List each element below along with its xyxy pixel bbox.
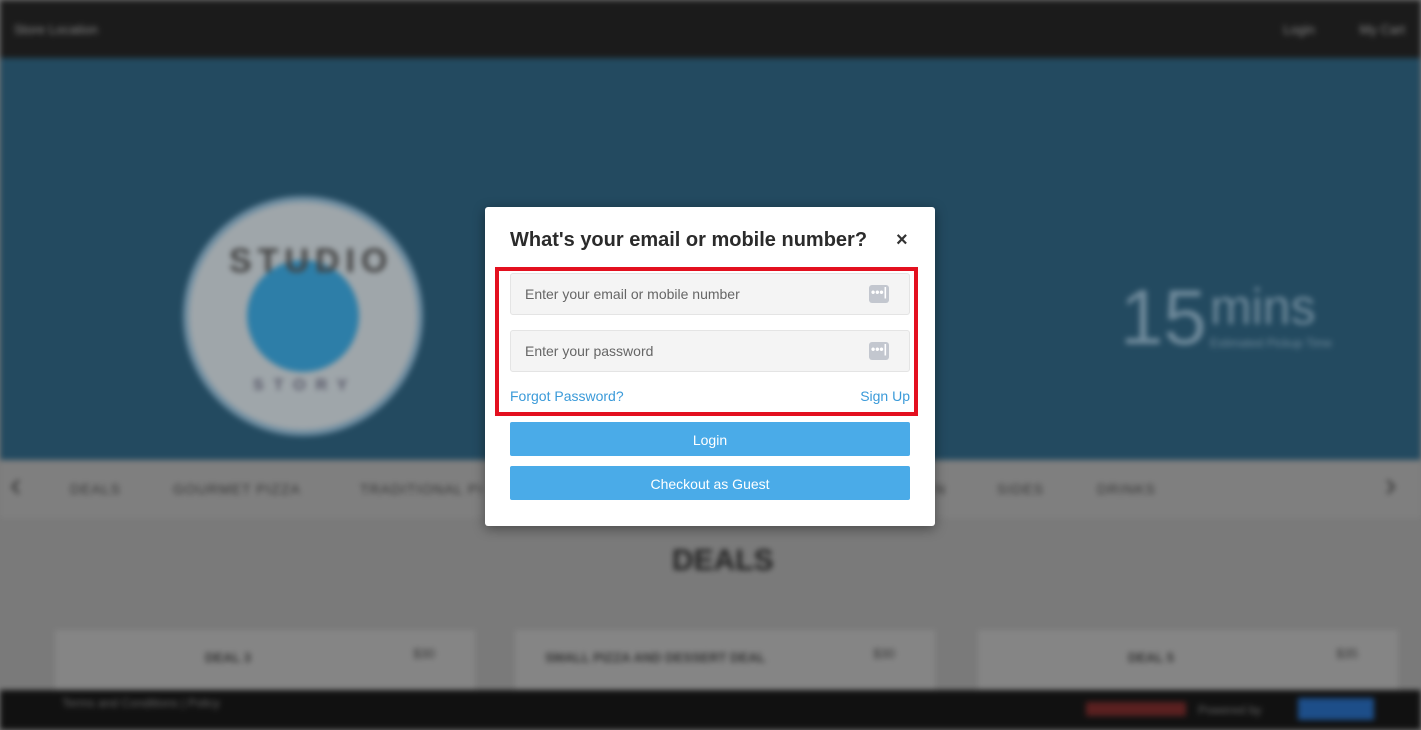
email-field[interactable]: •••| xyxy=(510,273,910,315)
password-manager-icon[interactable]: •••| xyxy=(869,342,889,360)
email-input[interactable] xyxy=(525,274,855,314)
login-button[interactable]: Login xyxy=(510,422,910,456)
password-manager-icon[interactable]: •••| xyxy=(869,285,889,303)
login-modal: What's your email or mobile number? × ••… xyxy=(485,207,935,526)
password-field[interactable]: •••| xyxy=(510,330,910,372)
sign-up-link[interactable]: Sign Up xyxy=(860,388,910,404)
checkout-guest-button[interactable]: Checkout as Guest xyxy=(510,466,910,500)
password-input[interactable] xyxy=(525,331,855,371)
close-icon[interactable]: × xyxy=(896,229,908,252)
forgot-password-link[interactable]: Forgot Password? xyxy=(510,388,624,404)
modal-title: What's your email or mobile number? xyxy=(510,229,868,251)
